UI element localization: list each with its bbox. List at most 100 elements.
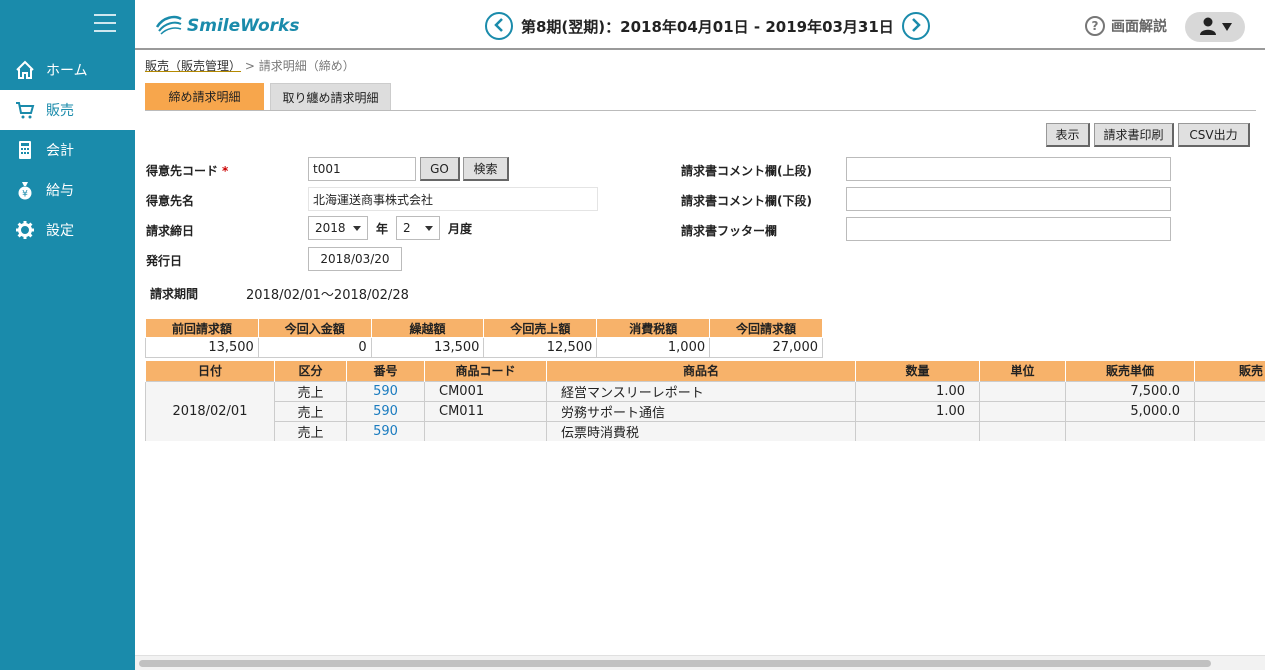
calculator-icon (14, 139, 36, 161)
sidebar-item-label: 給与 (46, 183, 74, 199)
table-row: 売上 590 CM011 労務サポート通信 1.00 5,000.0 (146, 400, 1265, 422)
details-header-row: 日付 区分 番号 商品コード 商品名 数量 単位 販売単価 販売 (145, 361, 1265, 381)
details-code-cell (424, 420, 547, 441)
horizontal-scrollbar[interactable] (135, 655, 1265, 670)
details-code-cell: CM001 (424, 380, 547, 402)
comment-upper-label: 請求書コメント欄(上段) (681, 164, 812, 178)
comment-lower-label: 請求書コメント欄(下段) (681, 194, 812, 208)
details-name-cell: 経営マンスリーレポート (546, 380, 856, 402)
caret-down-icon (425, 221, 433, 235)
header: SmileWorks 第8期(翌期)：2018年04月01日 - 2019年03… (135, 0, 1265, 50)
summary-header-cell: 前回請求額 (145, 318, 259, 338)
sidebar: ホーム 販売 会計 ¥ 給与 設定 (0, 0, 135, 670)
sidebar-item-sales[interactable]: 販売 (0, 90, 135, 130)
sidebar-item-accounting[interactable]: 会計 (0, 130, 135, 170)
sidebar-item-label: ホーム (46, 63, 88, 79)
sidebar-item-payroll[interactable]: ¥ 給与 (0, 170, 135, 210)
details-header-cell: 数量 (855, 361, 980, 381)
details-header-cell: 単位 (979, 361, 1066, 381)
footer-input[interactable] (846, 217, 1171, 241)
month-select-value: 2 (403, 221, 411, 235)
details-type-cell: 売上 (274, 380, 347, 402)
issue-date-label: 発行日 (146, 254, 183, 268)
required-mark: * (222, 164, 229, 178)
details-name-cell: 伝票時消費税 (546, 420, 856, 441)
comment-lower-input[interactable] (846, 187, 1171, 211)
closing-date-label: 請求締日 (146, 224, 195, 238)
svg-text:¥: ¥ (22, 190, 28, 200)
table-row: 2018/02/01 売上 590 CM001 経営マンスリーレポート 1.00… (145, 380, 1265, 441)
summary-header-cell: 消費税額 (596, 318, 711, 338)
sidebar-item-settings[interactable]: 設定 (0, 210, 135, 250)
scrollbar-thumb[interactable] (139, 660, 1211, 667)
tab-closing-invoice-details[interactable]: 締め請求明細 (145, 83, 264, 110)
summary-header-cell: 今回入金額 (257, 318, 372, 338)
summary-header-cell: 今回売上額 (483, 318, 598, 338)
customer-code-input[interactable]: t001 (308, 157, 416, 181)
logo-text: SmileWorks (187, 15, 300, 36)
gear-icon (14, 219, 36, 241)
print-invoice-button[interactable]: 請求書印刷 (1094, 123, 1174, 147)
issue-date-input[interactable]: 2018/03/20 (308, 247, 402, 271)
user-icon (1198, 16, 1218, 39)
details-header-cell: 商品コード (424, 361, 547, 381)
details-header-cell: 販売単価 (1065, 361, 1195, 381)
details-type-cell: 売上 (274, 400, 347, 422)
customer-name-label: 得意先名 (146, 194, 195, 208)
show-button[interactable]: 表示 (1046, 123, 1090, 147)
details-name-cell: 労務サポート通信 (546, 400, 856, 422)
next-period-button[interactable] (901, 12, 930, 40)
sidebar-item-label: 販売 (46, 103, 74, 119)
breadcrumb: 販売（販売管理） > 請求明細（締め） (145, 57, 355, 74)
month-unit: 月度 (448, 222, 473, 236)
summary-header-row: 前回請求額 今回入金額 繰越額 今回売上額 消費税額 今回請求額 (145, 318, 823, 338)
summary-header-cell: 今回請求額 (709, 318, 823, 338)
details-table: 日付 区分 番号 商品コード 商品名 数量 単位 販売単価 販売 2018/02… (145, 361, 1265, 441)
breadcrumb-parent-link[interactable]: 販売（販売管理） (145, 59, 241, 73)
tab-bar: 締め請求明細 取り纏め請求明細 (145, 83, 1256, 111)
csv-export-button[interactable]: CSV出力 (1178, 123, 1250, 147)
details-price-cell: 7,500.0 (1065, 380, 1195, 402)
summary-value-cell: 13,500 (370, 337, 485, 358)
go-button[interactable]: GO (420, 157, 460, 181)
details-number-link[interactable]: 590 (346, 380, 425, 402)
customer-name-value: 北海運送商事株式会社 (308, 187, 598, 211)
details-number-link[interactable]: 590 (346, 400, 425, 422)
details-unit-cell (979, 400, 1066, 422)
breadcrumb-current: 請求明細（締め） (258, 59, 355, 73)
details-amount-cell (1194, 380, 1265, 402)
logo-swoosh-icon (155, 13, 183, 38)
tab-consolidated-invoice-details[interactable]: 取り纏め請求明細 (270, 83, 391, 110)
help-button[interactable]: ? 画面解説 (1085, 16, 1167, 36)
details-qty-cell: 1.00 (855, 400, 980, 422)
customer-code-label-text: 得意先コード (146, 164, 219, 178)
summary-header-cell: 繰越額 (370, 318, 485, 338)
details-header-cell: 日付 (145, 361, 275, 381)
menu-icon[interactable] (94, 14, 116, 34)
details-header-cell: 番号 (346, 361, 425, 381)
year-select[interactable]: 2018 (308, 216, 368, 240)
details-price-cell (1065, 420, 1195, 441)
table-row: 売上 590 伝票時消費税 (146, 420, 1265, 441)
details-number-link[interactable]: 590 (346, 420, 425, 441)
details-price-cell: 5,000.0 (1065, 400, 1195, 422)
logo[interactable]: SmileWorks (155, 13, 299, 38)
sidebar-item-home[interactable]: ホーム (0, 50, 135, 90)
summary-table: 前回請求額 今回入金額 繰越額 今回売上額 消費税額 今回請求額 13,500 … (145, 318, 823, 358)
search-button[interactable]: 検索 (463, 157, 509, 181)
summary-value-cell: 0 (257, 337, 372, 358)
details-unit-cell (979, 380, 1066, 402)
footer-label: 請求書フッター欄 (681, 224, 778, 238)
comment-upper-input[interactable] (846, 157, 1171, 181)
summary-value-cell: 27,000 (709, 337, 823, 358)
user-menu-button[interactable] (1185, 12, 1245, 42)
month-select[interactable]: 2 (396, 216, 440, 240)
details-table-viewport: 日付 区分 番号 商品コード 商品名 数量 単位 販売単価 販売 2018/02… (145, 361, 1265, 441)
chevron-right-icon (910, 17, 922, 35)
home-icon (14, 59, 36, 81)
details-amount-cell (1194, 420, 1265, 441)
billing-period-value: 2018/02/01～2018/02/28 (246, 288, 409, 303)
year-select-value: 2018 (315, 221, 346, 235)
details-amount-cell (1194, 400, 1265, 422)
prev-period-button[interactable] (485, 12, 513, 40)
